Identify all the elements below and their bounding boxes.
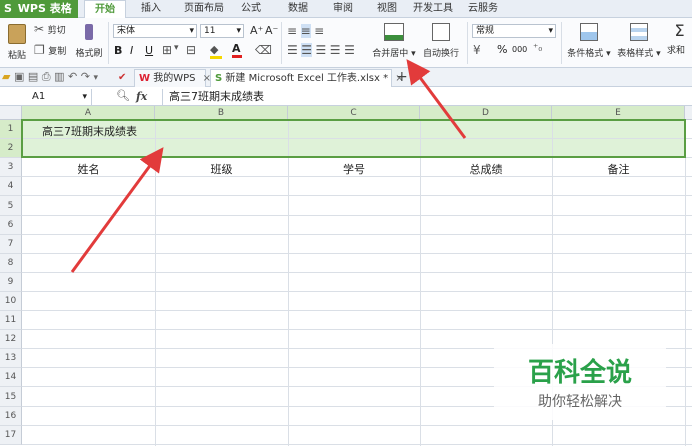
arrow-to-selection <box>70 147 164 273</box>
watermark-subtitle: 助你轻松解决 <box>538 394 622 410</box>
arrow-to-merge-button <box>406 59 467 139</box>
watermark: 百科全说 助你轻松解决 <box>494 344 666 420</box>
watermark-title: 百科全说 <box>527 358 632 388</box>
